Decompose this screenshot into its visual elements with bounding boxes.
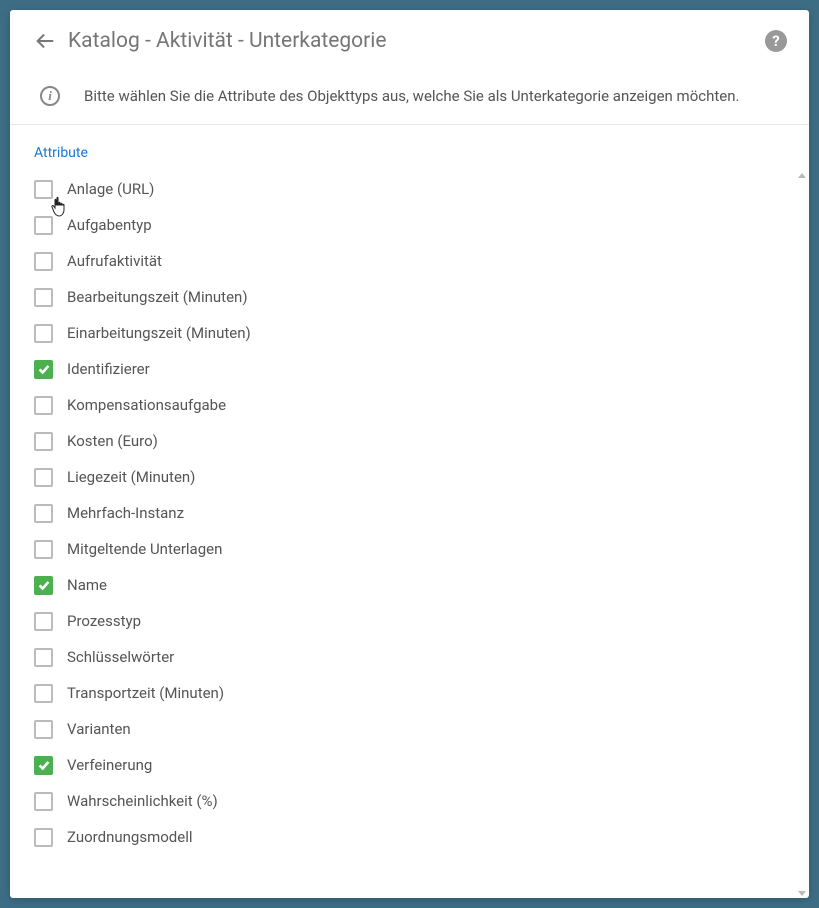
checkbox[interactable] [34, 828, 53, 847]
attribute-label: Einarbeitungszeit (Minuten) [67, 324, 251, 342]
checkbox[interactable] [34, 576, 53, 595]
help-button[interactable]: ? [765, 30, 787, 52]
checkbox[interactable] [34, 396, 53, 415]
checkbox[interactable] [34, 216, 53, 235]
info-bar: i Bitte wählen Sie die Attribute des Obj… [10, 68, 809, 125]
attribute-row[interactable]: Bearbeitungszeit (Minuten) [34, 279, 795, 315]
checkbox[interactable] [34, 648, 53, 667]
attribute-row[interactable]: Kompensationsaufgabe [34, 387, 795, 423]
attribute-label: Liegezeit (Minuten) [67, 468, 195, 486]
attribute-row[interactable]: Liegezeit (Minuten) [34, 459, 795, 495]
checkbox[interactable] [34, 288, 53, 307]
attribute-label: Name [67, 576, 107, 594]
attribute-row[interactable]: Prozesstyp [34, 603, 795, 639]
attribute-row[interactable]: Wahrscheinlichkeit (%) [34, 783, 795, 819]
checkbox[interactable] [34, 684, 53, 703]
attribute-label: Kosten (Euro) [67, 432, 158, 450]
attribute-label: Zuordnungsmodell [67, 828, 193, 846]
dialog-header: Katalog - Aktivität - Unterkategorie ? [10, 10, 809, 68]
checkbox[interactable] [34, 252, 53, 271]
attribute-label: Schlüsselwörter [67, 648, 174, 666]
attribute-row[interactable]: Verfeinerung [34, 747, 795, 783]
checkbox[interactable] [34, 468, 53, 487]
scrollbar[interactable] [797, 171, 807, 898]
checkbox[interactable] [34, 792, 53, 811]
attribute-row[interactable]: Anlage (URL) [34, 171, 795, 207]
attribute-row[interactable]: Einarbeitungszeit (Minuten) [34, 315, 795, 351]
checkbox[interactable] [34, 504, 53, 523]
section-label: Attribute [10, 125, 809, 171]
checkbox[interactable] [34, 540, 53, 559]
info-icon: i [40, 86, 60, 106]
check-icon [37, 578, 51, 592]
scroll-up-icon [798, 173, 806, 178]
arrow-left-icon [34, 30, 56, 52]
checkbox[interactable] [34, 612, 53, 631]
page-title: Katalog - Aktivität - Unterkategorie [68, 29, 765, 53]
attribute-label: Varianten [67, 720, 131, 738]
attribute-label: Kompensationsaufgabe [67, 396, 226, 414]
checkbox[interactable] [34, 756, 53, 775]
check-icon [37, 758, 51, 772]
attribute-label: Mehrfach-Instanz [67, 504, 184, 522]
attribute-label: Verfeinerung [67, 756, 152, 774]
attribute-label: Bearbeitungszeit (Minuten) [67, 288, 248, 306]
checkbox[interactable] [34, 324, 53, 343]
attribute-row[interactable]: Zuordnungsmodell [34, 819, 795, 855]
attribute-label: Transportzeit (Minuten) [67, 684, 224, 702]
attribute-row[interactable]: Kosten (Euro) [34, 423, 795, 459]
attribute-row[interactable]: Mitgeltende Unterlagen [34, 531, 795, 567]
attribute-label: Identifizierer [67, 360, 150, 378]
attribute-list[interactable]: Anlage (URL) Aufgabentyp Aufrufaktivität Be… [10, 171, 809, 898]
dialog: Katalog - Aktivität - Unterkategorie ? i… [10, 10, 809, 898]
attribute-label: Mitgeltende Unterlagen [67, 540, 222, 558]
attribute-row[interactable]: Varianten [34, 711, 795, 747]
attribute-row[interactable]: Aufgabentyp [34, 207, 795, 243]
attribute-label: Wahrscheinlichkeit (%) [67, 792, 218, 810]
attribute-label: Aufrufaktivität [67, 252, 162, 270]
back-button[interactable] [32, 28, 58, 54]
help-icon: ? [772, 32, 779, 50]
scroll-down-icon [798, 891, 806, 896]
attribute-label: Aufgabentyp [67, 216, 152, 234]
checkbox[interactable] [34, 432, 53, 451]
check-icon [37, 362, 51, 376]
attribute-label: Anlage (URL) [67, 180, 154, 198]
attribute-row[interactable]: Identifizierer [34, 351, 795, 387]
checkbox[interactable] [34, 180, 53, 199]
attribute-row[interactable]: Transportzeit (Minuten) [34, 675, 795, 711]
attribute-row[interactable]: Name [34, 567, 795, 603]
checkbox[interactable] [34, 360, 53, 379]
attribute-row[interactable]: Mehrfach-Instanz [34, 495, 795, 531]
checkbox[interactable] [34, 720, 53, 739]
attribute-row[interactable]: Aufrufaktivität [34, 243, 795, 279]
info-text: Bitte wählen Sie die Attribute des Objek… [84, 87, 739, 105]
attribute-row[interactable]: Schlüsselwörter [34, 639, 795, 675]
attribute-label: Prozesstyp [67, 612, 141, 630]
